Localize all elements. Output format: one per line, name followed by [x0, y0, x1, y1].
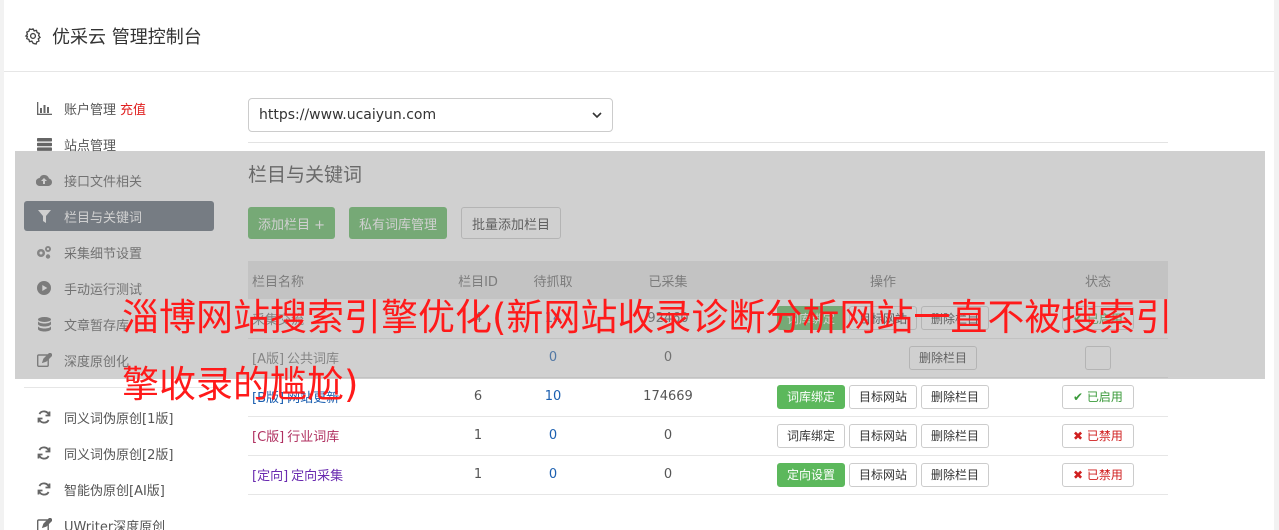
- directed-settings-button[interactable]: 定向设置: [776, 462, 845, 487]
- page-edge: [1274, 0, 1279, 530]
- gear-icon: [24, 27, 42, 45]
- sidebar-item-label: 智能伪原创[AI版]: [64, 483, 165, 499]
- sidebar-item-uwriter[interactable]: UWriter深度原创: [24, 510, 214, 530]
- collected-count: 0: [598, 416, 738, 456]
- pending-count: 0: [508, 416, 598, 456]
- table-row: [定向] 定向采集 1 0 0 定向设置 目标网站 删除栏目 ✖ 已禁用: [248, 455, 1168, 495]
- bar-chart-icon: [36, 100, 52, 116]
- sidebar-item-ai-original[interactable]: 智能伪原创[AI版]: [24, 474, 214, 504]
- status-badge[interactable]: ✖ 已禁用: [1062, 462, 1134, 487]
- refresh-icon: [36, 481, 52, 497]
- refresh-icon: [36, 445, 52, 461]
- overlay-headline: 淄博网站搜索引擎优化(新网站收录诊断分析网站一直不被搜索引擎收录的尴尬): [122, 296, 1173, 406]
- collected-count: 0: [598, 455, 738, 495]
- version-tag: [定向]: [252, 469, 289, 484]
- sidebar-item-account[interactable]: 账户管理 充值: [24, 93, 214, 123]
- bind-lib-button[interactable]: 词库绑定: [776, 423, 845, 448]
- recharge-link[interactable]: 充值: [120, 99, 146, 118]
- chevron-down-icon: [592, 111, 602, 118]
- refresh-icon: [36, 409, 52, 425]
- target-site-button[interactable]: 目标网站: [848, 423, 917, 448]
- sidebar-item-label: 账户管理: [64, 102, 117, 118]
- table-row: [C版] 行业词库 1 0 0 词库绑定 目标网站 删除栏目 ✖ 已禁用: [248, 416, 1168, 456]
- delete-column-button[interactable]: 删除栏目: [921, 462, 990, 487]
- sidebar-item-label: UWriter深度原创: [64, 519, 166, 530]
- site-select[interactable]: https://www.ucaiyun.com: [248, 98, 613, 132]
- target-site-button[interactable]: 目标网站: [848, 462, 917, 487]
- site-select-value: https://www.ucaiyun.com: [259, 107, 437, 123]
- column-id: 1: [448, 416, 508, 456]
- sidebar-item-synonym-v2[interactable]: 同义词伪原创[2版]: [24, 438, 214, 468]
- server-icon: [36, 136, 52, 152]
- version-tag: [C版]: [252, 430, 285, 445]
- divider: [248, 142, 1168, 143]
- sidebar-item-label: 同义词伪原创[2版]: [64, 447, 174, 463]
- column-name[interactable]: 定向采集: [291, 469, 343, 484]
- edit-icon: [36, 517, 52, 530]
- pending-count: 0: [508, 455, 598, 495]
- status-badge[interactable]: ✖ 已禁用: [1062, 423, 1134, 448]
- delete-column-button[interactable]: 删除栏目: [921, 423, 990, 448]
- header: 优采云 管理控制台: [4, 0, 1274, 72]
- page-title: 优采云 管理控制台: [52, 26, 202, 48]
- column-id: 1: [448, 455, 508, 495]
- column-name[interactable]: 行业词库: [287, 430, 339, 445]
